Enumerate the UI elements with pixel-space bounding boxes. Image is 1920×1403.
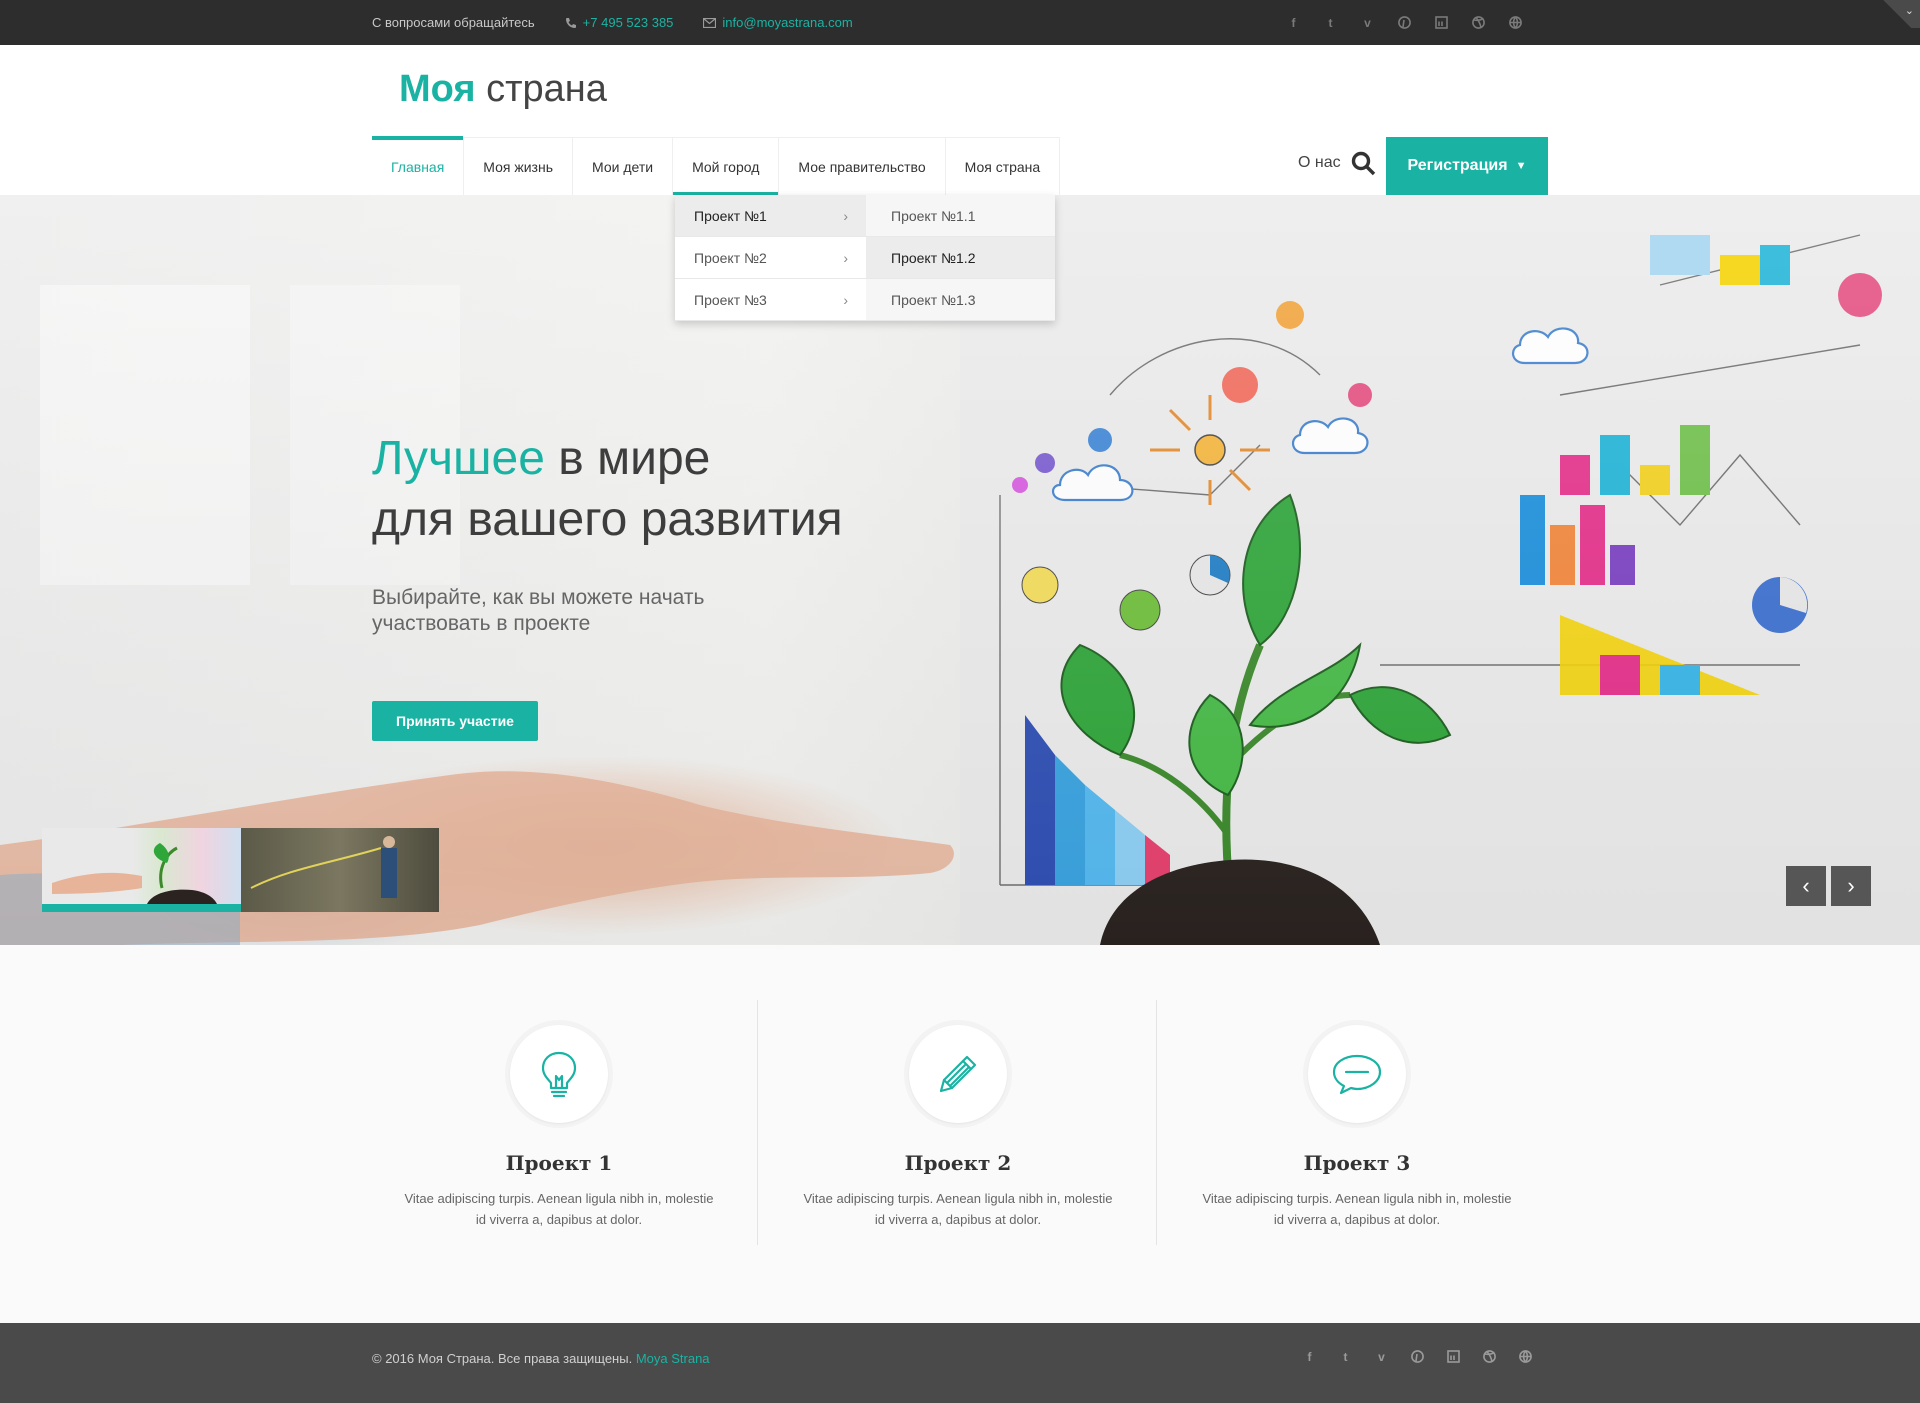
envelope-icon [703, 17, 717, 28]
dropdown-level-2: Проект №1.1 Проект №1.2 Проект №1.3 [866, 195, 1055, 321]
slider-prev-button[interactable]: ‹ [1786, 866, 1826, 906]
feature-title: Проект 2 [904, 1151, 1012, 1175]
pinterest-icon[interactable] [1409, 1348, 1426, 1365]
thumbnail-preview [250, 836, 397, 898]
vimeo-icon[interactable]: v [1359, 14, 1376, 31]
email-link[interactable]: info@moyastrana.com [703, 15, 853, 30]
register-label: Регистрация [1407, 157, 1508, 174]
feature-title: Проект 3 [1303, 1151, 1411, 1175]
nav-item-my-country[interactable]: Моя страна [946, 138, 1061, 196]
twitter-icon[interactable]: t [1337, 1348, 1354, 1365]
panel-toggle[interactable]: ⌄ [1874, 0, 1920, 28]
dropdown-item-project-2[interactable]: Проект №2 › [675, 237, 866, 279]
site-logo[interactable]: Моя страна [399, 68, 607, 111]
about-link[interactable]: О нас [1298, 154, 1341, 172]
contact-label: С вопросами обращайтесь [372, 15, 535, 30]
site-footer: © 2016 Моя Страна. Все права защищены. M… [0, 1323, 1920, 1403]
phone-icon [565, 17, 576, 28]
facebook-icon[interactable]: f [1285, 14, 1302, 31]
feature-card: Проект 1 Vitae adipiscing turpis. Aenean… [360, 1000, 758, 1245]
lightbulb-icon [541, 1051, 577, 1098]
dribbble-icon[interactable] [1470, 14, 1487, 31]
logo-rest: страна [486, 68, 607, 110]
slide-thumbnail-1[interactable] [42, 828, 241, 912]
globe-icon[interactable] [1507, 14, 1524, 31]
dropdown-level-1: Проект №1 › Проект №2 › Проект №3 › [675, 195, 866, 321]
participate-button[interactable]: Принять участие [372, 701, 538, 741]
main-nav: Главная Моя жизнь Мои дети Мой город Мое… [372, 136, 1061, 196]
top-bar: С вопросами обращайтесь +7 495 523 385 i… [0, 0, 1920, 45]
feature-card: Проект 3 Vitae adipiscing turpis. Aenean… [1158, 1000, 1556, 1245]
features-section: Проект 1 Vitae adipiscing turpis. Aenean… [0, 945, 1920, 1323]
linkedin-icon[interactable] [1433, 14, 1450, 31]
feature-icon-badge [904, 1020, 1012, 1128]
linkedin-icon[interactable] [1445, 1348, 1462, 1365]
vimeo-icon[interactable]: v [1373, 1348, 1390, 1365]
my-city-dropdown: Проект №1 › Проект №2 › Проект №3 › Проект … [675, 195, 1055, 321]
hero-headline: Лучшее в мире для вашего развития [372, 428, 843, 550]
chevron-right-icon: › [843, 249, 848, 266]
pencil-icon [939, 1055, 977, 1093]
logo-brand: Моя [399, 68, 476, 110]
hero-subline: Выбирайте, как вы можете начать участвов… [372, 586, 705, 635]
nav-item-home[interactable]: Главная [372, 136, 465, 196]
feature-icon-badge [505, 1020, 613, 1128]
nav-item-my-kids[interactable]: Мои дети [573, 138, 674, 196]
thumbnail-preview [52, 843, 217, 904]
feature-text: Vitae adipiscing turpis. Aenean ligula n… [1202, 1191, 1512, 1227]
headline-accent: Лучшее [372, 432, 545, 485]
search-button[interactable] [1351, 151, 1377, 182]
copyright-text: © 2016 Моя Страна. Все права защищены. [372, 1351, 633, 1366]
feature-card: Проект 2 Vitae adipiscing turpis. Aenean… [759, 1000, 1157, 1245]
dropdown-subitem-1-1[interactable]: Проект №1.1 [866, 195, 1055, 237]
top-social-links: f t v [1285, 0, 1524, 45]
speech-bubble-icon [1332, 1054, 1382, 1095]
register-button[interactable]: Регистрация ▼ [1386, 137, 1548, 195]
chevron-right-icon: › [843, 207, 848, 224]
twitter-icon[interactable]: t [1322, 14, 1339, 31]
slide-thumbnails [42, 828, 439, 912]
site-header: Моя страна Главная Моя жизнь Мои дети Мо… [0, 45, 1920, 196]
dropdown-item-label: Проект №3 [694, 291, 767, 308]
email-address[interactable]: info@moyastrana.com [722, 15, 852, 30]
slider-next-button[interactable]: › [1831, 866, 1871, 906]
footer-brand-link[interactable]: Moya Strana [636, 1351, 710, 1366]
dropdown-item-project-3[interactable]: Проект №3 › [675, 279, 866, 321]
chevron-right-icon: › [1847, 873, 1855, 898]
search-icon [1351, 151, 1376, 176]
chevron-left-icon: ‹ [1802, 873, 1810, 898]
nav-item-my-government[interactable]: Мое правительство [779, 138, 946, 196]
phone-number[interactable]: +7 495 523 385 [583, 15, 674, 30]
dropdown-item-project-1[interactable]: Проект №1 › [675, 195, 866, 237]
dropdown-subitem-1-3[interactable]: Проект №1.3 [866, 279, 1055, 321]
feature-title: Проект 1 [505, 1151, 613, 1175]
headline-line2: для вашего развития [372, 493, 843, 546]
feature-text: Vitae adipiscing turpis. Aenean ligula n… [803, 1191, 1113, 1227]
facebook-icon[interactable]: f [1301, 1348, 1318, 1365]
dropdown-item-label: Проект №2 [694, 249, 767, 266]
phone-link[interactable]: +7 495 523 385 [565, 15, 674, 30]
chevron-down-icon: ⌄ [1904, 5, 1914, 17]
caret-down-icon: ▼ [1515, 160, 1527, 172]
feature-text: Vitae adipiscing turpis. Aenean ligula n… [404, 1191, 714, 1227]
dropdown-subitem-1-2[interactable]: Проект №1.2 [866, 237, 1055, 279]
headline-rest: в мире [544, 432, 711, 485]
feature-icon-badge [1303, 1020, 1411, 1128]
copyright: © 2016 Моя Страна. Все права защищены. M… [372, 1351, 710, 1366]
slide-thumbnail-2[interactable] [241, 828, 439, 912]
dropdown-item-label: Проект №1 [694, 207, 767, 224]
nav-item-my-city[interactable]: Мой город [673, 138, 780, 196]
globe-icon[interactable] [1517, 1348, 1534, 1365]
nav-item-my-life[interactable]: Моя жизнь [464, 138, 574, 196]
dribbble-icon[interactable] [1481, 1348, 1498, 1365]
pinterest-icon[interactable] [1396, 14, 1413, 31]
footer-social-links: f t v [1301, 1348, 1534, 1365]
chevron-right-icon: › [843, 291, 848, 308]
